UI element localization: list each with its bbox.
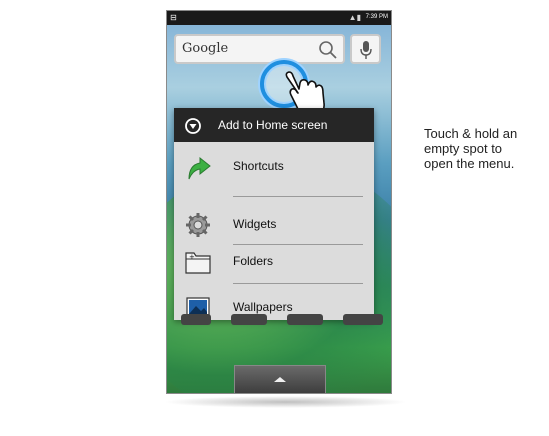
microphone-icon (360, 41, 372, 59)
signal-icon: ▲▮ (348, 13, 361, 22)
instruction-caption: Touch & hold an empty spot to open the m… (424, 126, 542, 171)
status-bar: ⊟ ▲▮ 7:39 PM (167, 11, 391, 25)
voice-search-button[interactable] (350, 34, 381, 64)
folder-icon: + (185, 252, 211, 274)
menu-item-folders[interactable]: + Folders (174, 242, 374, 280)
search-placeholder: Google (182, 41, 229, 56)
divider (233, 283, 363, 284)
menu-item-label: Folders (233, 254, 274, 268)
dock-app[interactable] (287, 314, 323, 325)
sd-card-icon: ⊟ (170, 13, 177, 22)
menu-item-label: Wallpapers (233, 300, 293, 314)
search-icon[interactable] (318, 40, 338, 60)
gear-icon (186, 213, 210, 237)
chevron-down-icon (185, 118, 201, 134)
menu-item-widgets[interactable]: Widgets (174, 205, 374, 243)
phone-screen: ⊟ ▲▮ 7:39 PM Google Add to Home screen S… (166, 10, 392, 394)
svg-text:+: + (189, 253, 195, 261)
menu-item-label: Widgets (233, 217, 277, 231)
google-search-widget[interactable]: Google (174, 34, 345, 64)
phone-shadow (163, 396, 408, 408)
app-drawer-tab[interactable] (234, 365, 326, 393)
menu-item-label: Shortcuts (233, 159, 284, 173)
add-to-home-menu: Add to Home screen Shortcuts Widgets + F… (174, 108, 374, 320)
caption-line: empty spot to (424, 141, 503, 156)
menu-item-shortcuts[interactable]: Shortcuts (174, 147, 374, 185)
caption-line: open the menu. (424, 156, 515, 171)
dock-app[interactable] (231, 314, 267, 325)
dock-app[interactable] (343, 314, 383, 325)
shortcut-arrow-icon (188, 156, 211, 180)
menu-title: Add to Home screen (218, 118, 328, 132)
divider (233, 196, 363, 197)
chevron-up-icon (274, 377, 286, 382)
dock-app[interactable] (181, 314, 211, 325)
menu-header: Add to Home screen (174, 108, 374, 142)
caption-line: Touch & hold an (424, 126, 518, 141)
status-time: 7:39 PM (365, 14, 388, 20)
